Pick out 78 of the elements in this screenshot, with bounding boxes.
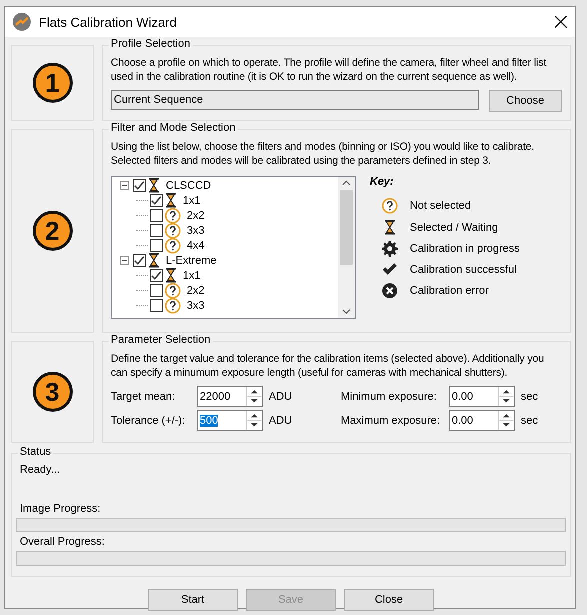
app-logo-icon xyxy=(13,13,31,31)
question-icon xyxy=(165,208,181,224)
checkbox[interactable] xyxy=(150,194,163,207)
hourglass-icon xyxy=(384,220,396,235)
field-label: Maximum exposure: xyxy=(341,414,442,426)
checkbox[interactable] xyxy=(133,254,146,267)
unit-label: ADU xyxy=(268,414,294,426)
group-title: Parameter Selection xyxy=(109,334,213,346)
step-number: 3 xyxy=(32,372,72,412)
tree-item-label[interactable]: 3x3 xyxy=(187,224,205,236)
checkbox[interactable] xyxy=(150,299,163,312)
description-text: Choose a profile on which to operate. The profile will define the camera, filter wheel and filter list used in the calibration routine (it is OK to run the wizard on the current sequence as well). xyxy=(111,56,548,84)
status-message: Ready... xyxy=(20,464,62,476)
unit-label: ADU xyxy=(268,390,294,402)
tree-item-label[interactable]: 1x1 xyxy=(183,270,201,282)
checkbox[interactable] xyxy=(150,224,163,237)
tree-item-label[interactable]: L-Extreme xyxy=(166,254,217,266)
scroll-down-icon[interactable] xyxy=(342,309,351,315)
filter-tree[interactable]: CLSCCD 1x1 2x2 3x3 4x4 L-Extreme 1x1 2x2 3x3 xyxy=(111,176,356,319)
collapse-toggle[interactable] xyxy=(120,256,129,265)
checkbox[interactable] xyxy=(150,239,163,252)
question-icon xyxy=(165,222,181,238)
checkbox[interactable] xyxy=(150,269,163,282)
group-title: Filter and Mode Selection xyxy=(109,122,238,134)
group-title: Profile Selection xyxy=(109,38,192,50)
tree-item-label[interactable]: 2x2 xyxy=(187,284,205,296)
unit-label: sec xyxy=(520,390,540,402)
checkbox[interactable] xyxy=(133,179,146,192)
dialog-button[interactable]: Start xyxy=(148,589,238,611)
tree-item-label[interactable]: 3x3 xyxy=(187,300,205,312)
tree-item-label[interactable]: 2x2 xyxy=(187,210,205,222)
number-spinner[interactable]: 500 xyxy=(197,410,263,431)
key-label: Calibration error xyxy=(410,285,489,297)
tree-item-label[interactable]: 4x4 xyxy=(187,240,205,252)
dialog-button[interactable]: Close xyxy=(344,589,434,611)
description-text: Define the target value and tolerance for the calibration items (selected above). Additionally you can specify a minumum exposure length (useful for cameras with mechanical shutters). xyxy=(111,352,546,380)
key-label: Selected / Waiting xyxy=(410,222,498,234)
minus-icon[interactable] xyxy=(122,183,127,188)
tree-item-label[interactable]: CLSCCD xyxy=(166,180,212,192)
hourglass-icon xyxy=(148,253,160,268)
checkbox[interactable] xyxy=(150,284,163,297)
collapse-toggle[interactable] xyxy=(120,181,129,190)
number-spinner[interactable]: 0.00 xyxy=(449,386,515,407)
field-label: Minimum exposure: xyxy=(341,390,438,402)
description-text: Using the list below, choose the filters and modes (binning or ISO) you would like to calibrate. Selected filters and modes will be calibrated using the parameters defined in step 3. xyxy=(111,140,536,168)
group-title: Status xyxy=(18,446,54,458)
tree-item-label[interactable]: 1x1 xyxy=(183,194,201,206)
key-label: Not selected xyxy=(410,200,472,212)
question-icon xyxy=(382,198,398,214)
number-spinner[interactable]: 22000 xyxy=(197,386,263,407)
minus-icon[interactable] xyxy=(122,258,127,263)
hourglass-icon xyxy=(165,268,177,283)
window-title: Flats Calibration Wizard xyxy=(39,14,178,30)
close-icon[interactable] xyxy=(555,16,567,28)
key-label: Calibration in progress xyxy=(410,243,520,255)
question-icon xyxy=(165,282,181,298)
gear-icon xyxy=(382,241,398,257)
number-spinner[interactable]: 0.00 xyxy=(449,410,515,431)
key-title: Key: xyxy=(370,176,395,188)
hourglass-icon xyxy=(148,178,160,193)
choose-button[interactable]: Choose xyxy=(489,90,562,112)
progress-label: Overall Progress: xyxy=(20,536,106,548)
question-icon xyxy=(165,298,181,314)
progress-label: Image Progress: xyxy=(20,502,102,515)
scroll-up-icon[interactable] xyxy=(342,180,351,186)
key-label: Calibration successful xyxy=(410,264,517,276)
hourglass-icon xyxy=(165,193,177,208)
field-label: Tolerance (+/-): xyxy=(111,414,186,426)
step-number: 2 xyxy=(32,211,72,251)
field-label: Target mean: xyxy=(111,390,176,402)
unit-label: sec xyxy=(520,414,540,426)
error-icon xyxy=(382,283,398,299)
question-icon xyxy=(165,238,181,254)
step-number: 1 xyxy=(32,63,72,103)
check-icon xyxy=(382,263,398,277)
scrollbar[interactable] xyxy=(338,177,355,318)
checkbox[interactable] xyxy=(150,209,163,222)
profile-field[interactable]: Current Sequence xyxy=(111,90,479,110)
